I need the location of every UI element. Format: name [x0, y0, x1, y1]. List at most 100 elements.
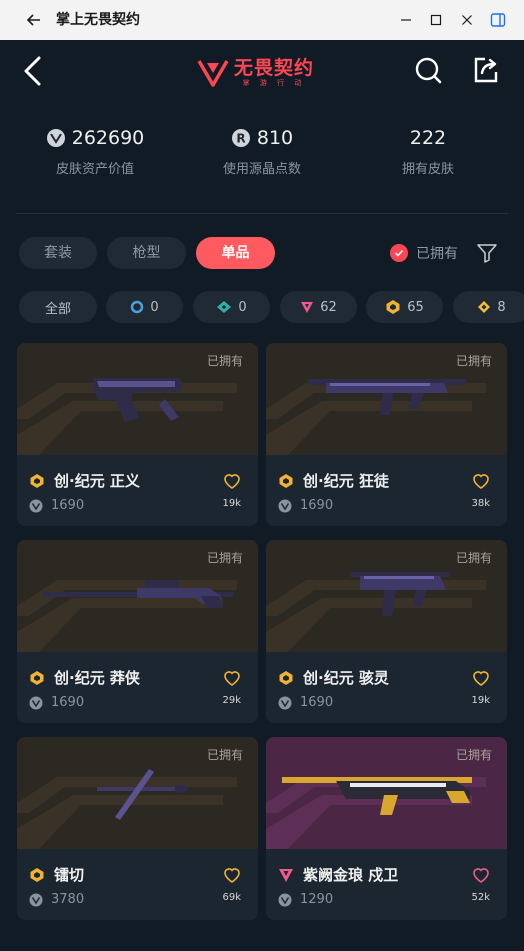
- heart-icon[interactable]: [222, 668, 242, 688]
- close-button[interactable]: [457, 10, 477, 30]
- divider: [16, 213, 508, 214]
- back-chevron-icon[interactable]: [20, 54, 46, 88]
- premium-tier-icon: [478, 301, 491, 313]
- owned-tag: 已拥有: [455, 551, 492, 565]
- vp-coin-icon: [278, 499, 292, 512]
- ultra-tier-icon: [279, 868, 293, 882]
- window-title: 掌上无畏契约: [56, 12, 140, 28]
- exclusive-tier-icon: [30, 670, 44, 685]
- skin-price: 1690: [300, 498, 334, 513]
- skin-name: 创·纪元 莽侠: [54, 669, 140, 687]
- ultra-tier-icon: [301, 302, 314, 313]
- close-icon: [462, 15, 472, 25]
- skin-card[interactable]: 已拥有 创·纪元 狂徒 1690 38k: [266, 343, 507, 526]
- stat-value: 262690: [71, 127, 145, 149]
- exclusive-tier-icon: [279, 670, 293, 685]
- skin-name: 紫阙金琅 戍卫: [303, 866, 399, 884]
- svg-text:R: R: [236, 132, 245, 146]
- skin-name: 创·纪元 狂徒: [303, 472, 389, 490]
- vp-coin-icon: [278, 893, 292, 906]
- chip-label: 62: [320, 299, 337, 315]
- owned-filter-toggle[interactable]: 已拥有: [390, 243, 458, 263]
- like-count: 19k: [222, 498, 241, 509]
- exclusive-tier-icon: [30, 867, 44, 882]
- chip-select-tier[interactable]: 0: [106, 291, 183, 323]
- skin-card[interactable]: 已拥有 创·纪元 莽侠 1690 29k: [17, 540, 258, 723]
- like-count: 29k: [222, 695, 241, 706]
- stat-label: 使用源晶点数: [222, 162, 301, 177]
- skin-price: 3780: [51, 892, 85, 907]
- skin-card[interactable]: 已拥有 紫阙金琅 戍卫 1290 52k: [266, 737, 507, 920]
- stat-label: 皮肤资产价值: [55, 162, 134, 177]
- stat-value: 222: [409, 127, 447, 149]
- deluxe-tier-icon: [217, 301, 232, 313]
- vp-coin-icon: [278, 696, 292, 709]
- vp-coin-icon: [29, 893, 43, 906]
- vp-coin-icon: [29, 696, 43, 709]
- chip-premium-tier[interactable]: 8: [453, 291, 524, 323]
- window-titlebar: 掌上无畏契约: [0, 0, 524, 40]
- heart-icon[interactable]: [222, 865, 242, 885]
- radianite-icon: R: [231, 129, 250, 147]
- heart-icon[interactable]: [222, 471, 242, 491]
- skin-price: 1290: [300, 892, 334, 907]
- owned-tag: 已拥有: [455, 354, 492, 368]
- app-logo: 无畏契约 掌 游 行 动: [196, 52, 314, 92]
- chip-label: 0: [238, 299, 247, 315]
- filter-funnel-icon[interactable]: [476, 242, 498, 264]
- skin-name: 创·纪元 骇灵: [303, 669, 389, 687]
- chip-exclusive-tier[interactable]: 65: [366, 291, 443, 323]
- skin-price: 1690: [51, 695, 85, 710]
- maximize-icon: [430, 14, 442, 26]
- logo-title: 无畏契约: [234, 56, 315, 79]
- chip-label: 0: [150, 299, 159, 315]
- tab-weapon-type[interactable]: 枪型: [107, 237, 186, 269]
- chip-label: 8: [497, 299, 506, 315]
- tab-bundles[interactable]: 套装: [19, 237, 97, 269]
- stat-skin-value: 262690 皮肤资产价值: [15, 126, 175, 177]
- skin-name: 镭切: [54, 866, 85, 884]
- heart-icon[interactable]: [471, 865, 491, 885]
- exclusive-tier-icon: [30, 473, 44, 488]
- skin-image: 已拥有: [17, 540, 258, 652]
- skin-card[interactable]: 已拥有 创·纪元 正义 1690 19k: [17, 343, 258, 526]
- skin-price: 1690: [300, 695, 334, 710]
- like-count: 38k: [471, 498, 490, 509]
- heart-icon[interactable]: [471, 471, 491, 491]
- stat-owned-skins: 222 拥有皮肤: [348, 126, 508, 177]
- skin-image: 已拥有: [17, 737, 258, 849]
- skin-image: 已拥有: [17, 343, 258, 455]
- owned-filter-label: 已拥有: [416, 246, 458, 262]
- maximize-button[interactable]: [426, 10, 446, 30]
- exclusive-tier-icon: [386, 300, 400, 314]
- chip-all[interactable]: 全部: [19, 291, 97, 323]
- skin-image: 已拥有: [266, 343, 507, 455]
- tab-single-items[interactable]: 单品: [196, 237, 275, 269]
- chip-label: 65: [407, 299, 424, 315]
- owned-tag: 已拥有: [206, 551, 243, 565]
- like-count: 52k: [471, 892, 490, 903]
- chip-ultra-tier[interactable]: 62: [280, 291, 357, 323]
- stat-radianite-used: R 810 使用源晶点数: [182, 126, 342, 177]
- vp-coin-icon: [29, 499, 43, 512]
- share-icon[interactable]: [471, 55, 501, 85]
- back-arrow-icon[interactable]: [24, 10, 44, 30]
- stat-value: 810: [256, 127, 294, 149]
- select-tier-icon: [131, 300, 144, 314]
- minimize-icon: [401, 19, 411, 21]
- minimize-button[interactable]: [396, 10, 416, 30]
- stat-label: 拥有皮肤: [401, 162, 454, 177]
- skin-price: 1690: [51, 498, 85, 513]
- chip-deluxe-tier[interactable]: 0: [193, 291, 270, 323]
- like-count: 69k: [222, 892, 241, 903]
- skin-card[interactable]: 已拥有 镭切 3780 69k: [17, 737, 258, 920]
- sidebar-toggle-button[interactable]: [488, 10, 508, 30]
- owned-tag: 已拥有: [206, 748, 243, 762]
- vp-coin-icon: [46, 129, 65, 147]
- search-icon[interactable]: [413, 56, 443, 86]
- app-content: 无畏契约 掌 游 行 动 262690 皮肤资产价值 R 810 使用源晶点数 …: [0, 40, 524, 951]
- skin-card[interactable]: 已拥有 创·纪元 骇灵 1690 19k: [266, 540, 507, 723]
- skin-image: 已拥有: [266, 737, 507, 849]
- chip-label: 全部: [44, 301, 71, 317]
- heart-icon[interactable]: [471, 668, 491, 688]
